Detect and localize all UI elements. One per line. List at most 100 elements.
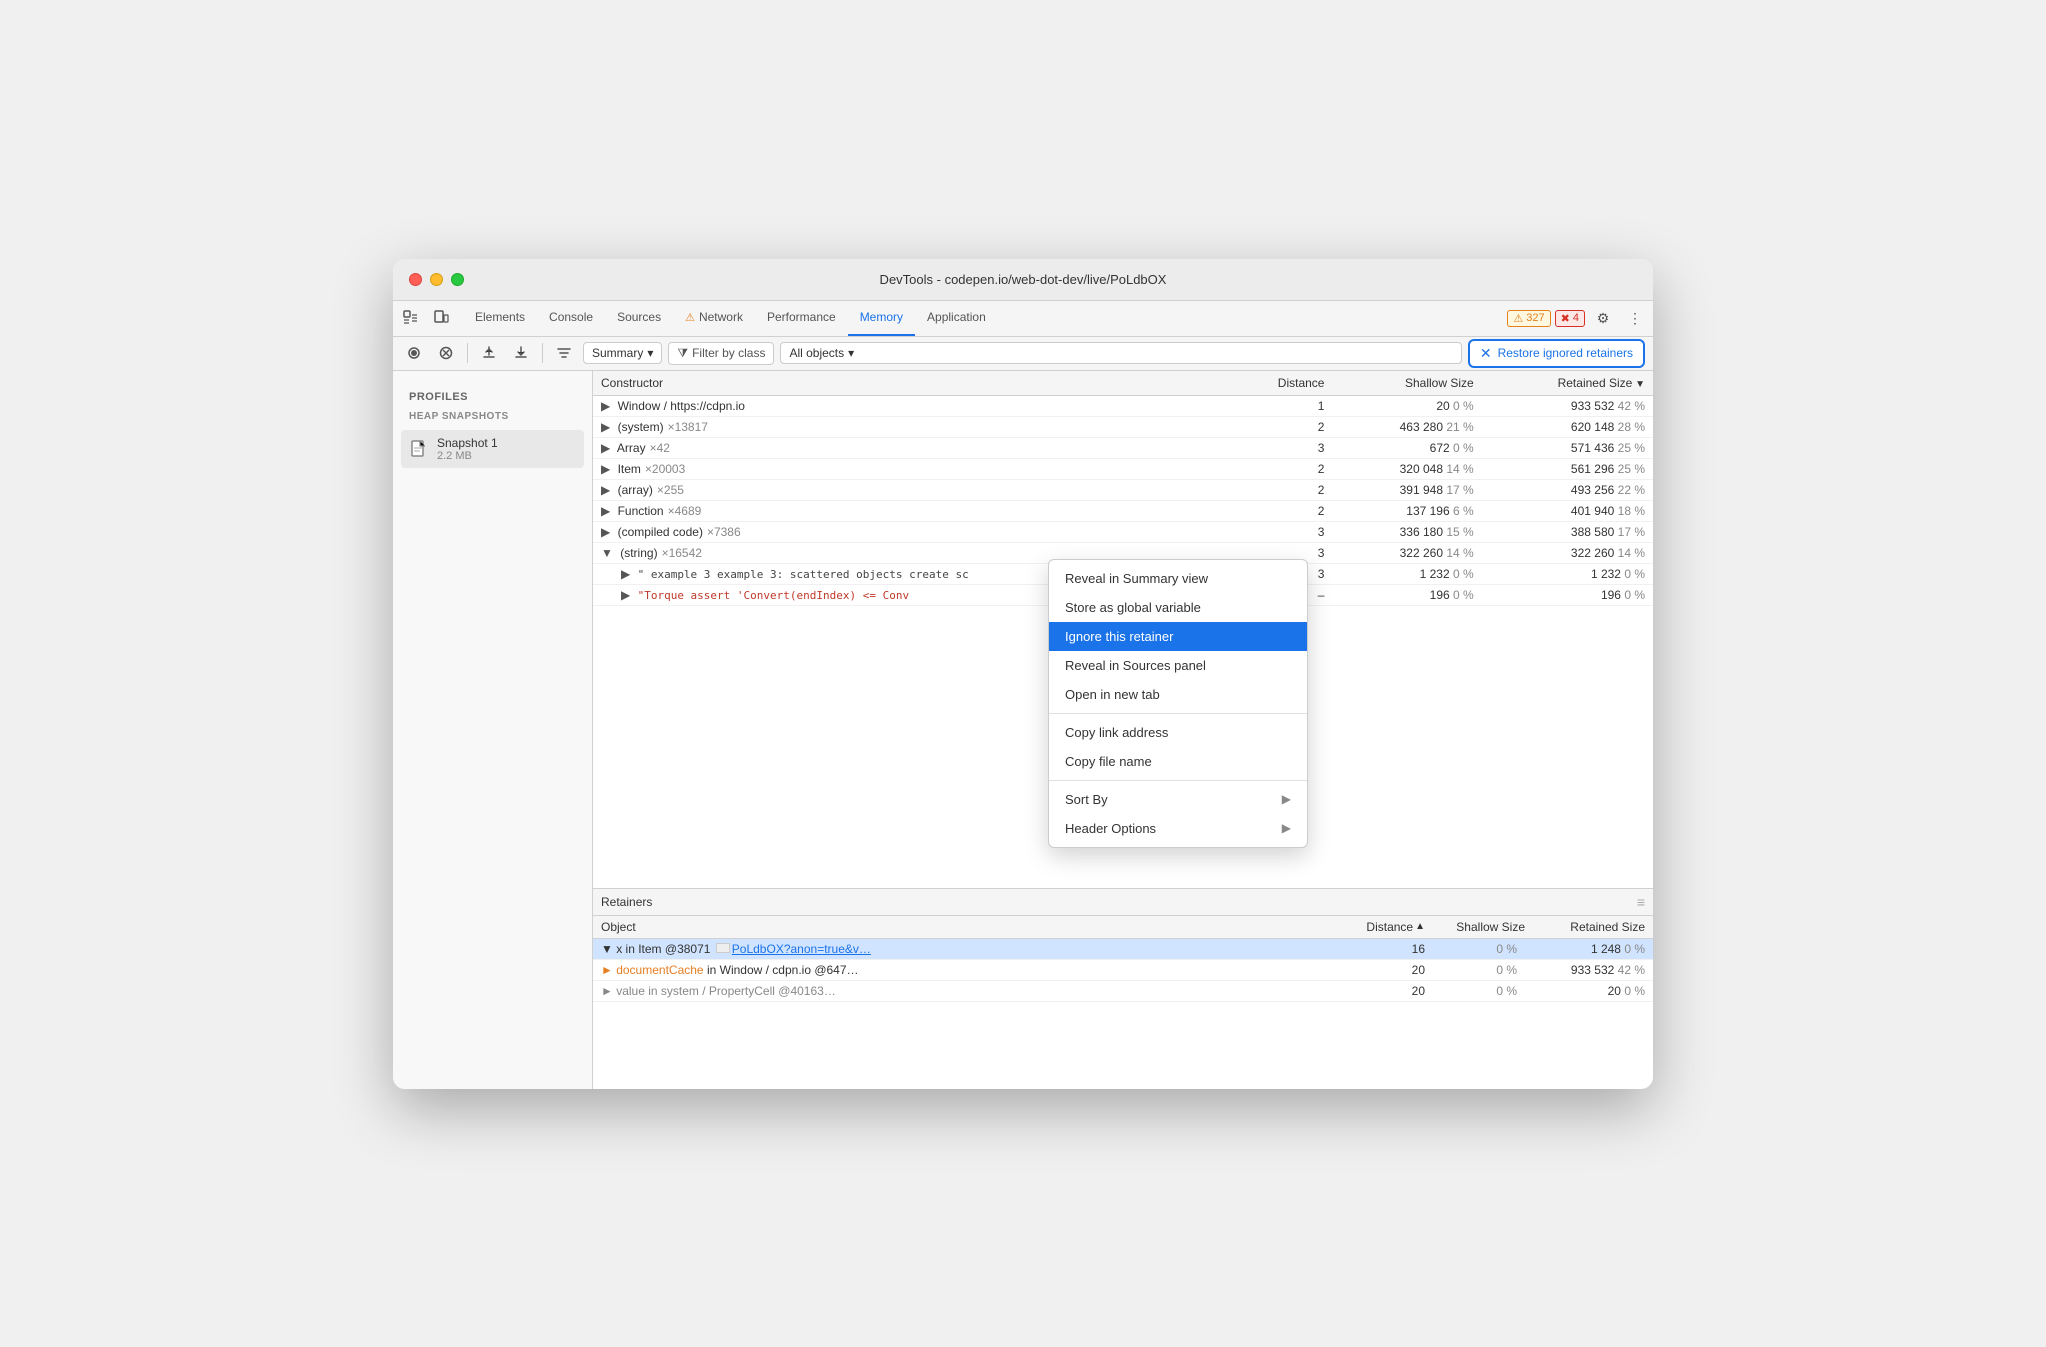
warning-badge[interactable]: ⚠ 327 [1507, 310, 1550, 327]
snapshot-info: Snapshot 1 2.2 MB [437, 436, 498, 462]
retainers-scroll-indicator: ≡ [1637, 894, 1645, 910]
distance-cell: 3 [1229, 437, 1333, 458]
tab-sources[interactable]: Sources [605, 301, 673, 336]
table-row[interactable]: ▶ Window / https://cdpn.io 1 20 0 % 933 … [593, 395, 1653, 416]
retained-cell: 322 260 14 % [1482, 542, 1653, 563]
filter-funnel-icon: ⧩ [677, 346, 688, 361]
retainer-object-col: ► documentCache in Window / cdpn.io @647… [601, 963, 1345, 977]
th-constructor[interactable]: Constructor [593, 371, 1229, 396]
count-badge: ×255 [657, 483, 684, 497]
ret-th-shallow[interactable]: Shallow Size [1425, 920, 1525, 934]
heap-snapshots-label: HEAP SNAPSHOTS [401, 407, 584, 426]
constructor-cell: ▶ Function×4689 [593, 500, 1229, 521]
retainer-shallow-col: 0 % [1425, 942, 1525, 956]
clear-icon[interactable] [433, 340, 459, 366]
expand-arrow[interactable]: ▶ [601, 441, 610, 455]
settings-icon[interactable]: ⚙ [1589, 304, 1617, 332]
expand-arrow[interactable]: ▶ [601, 525, 610, 539]
th-shallow[interactable]: Shallow Size [1332, 371, 1481, 396]
filter-icon[interactable] [551, 340, 577, 366]
context-menu-item-store-global[interactable]: Store as global variable [1049, 593, 1307, 622]
record-icon[interactable] [401, 340, 427, 366]
upload-icon[interactable] [476, 340, 502, 366]
table-row[interactable]: ▶ Item×20003 2 320 048 14 % 561 296 25 % [593, 458, 1653, 479]
shallow-cell: 463 280 21 % [1332, 416, 1481, 437]
context-menu-separator [1049, 713, 1307, 714]
page-icon [716, 943, 730, 953]
shallow-cell: 672 0 % [1332, 437, 1481, 458]
summary-dropdown[interactable]: Summary ▾ [583, 342, 662, 364]
table-row[interactable]: ▶ Array×42 3 672 0 % 571 436 25 % [593, 437, 1653, 458]
expand-arrow[interactable]: ▶ [621, 588, 630, 602]
maximize-button[interactable] [451, 273, 464, 286]
retainer-retained-col: 1 248 0 % [1525, 942, 1645, 956]
context-menu-label: Copy link address [1065, 725, 1168, 740]
context-menu-separator [1049, 780, 1307, 781]
tab-performance[interactable]: Performance [755, 301, 848, 336]
distance-cell: 2 [1229, 458, 1333, 479]
download-icon[interactable] [508, 340, 534, 366]
table-row[interactable]: ▶ (compiled code)×7386 3 336 180 15 % 38… [593, 521, 1653, 542]
distance-cell: 2 [1229, 416, 1333, 437]
expand-arrow[interactable]: ▶ [601, 399, 610, 413]
retainers-header: Retainers ≡ [593, 889, 1653, 916]
filter-class-button[interactable]: ⧩ Filter by class [668, 342, 774, 365]
close-button[interactable] [409, 273, 422, 286]
table-row[interactable]: ▶ (system)×13817 2 463 280 21 % 620 148 … [593, 416, 1653, 437]
table-row[interactable]: ▶ Function×4689 2 137 196 6 % 401 940 18… [593, 500, 1653, 521]
context-menu-item-open-new-tab[interactable]: Open in new tab [1049, 680, 1307, 709]
expand-arrow[interactable]: ▶ [601, 462, 610, 476]
retainer-distance-col: 20 [1345, 963, 1425, 977]
table-row[interactable]: ▶ (array)×255 2 391 948 17 % 493 256 22 … [593, 479, 1653, 500]
context-menu-item-header-options[interactable]: Header Options▶ [1049, 814, 1307, 843]
expand-arrow[interactable]: ▶ [621, 567, 630, 581]
count-badge: ×4689 [668, 504, 702, 518]
retainer-row[interactable]: ► documentCache in Window / cdpn.io @647… [593, 960, 1653, 981]
all-objects-dropdown[interactable]: All objects ▾ [780, 342, 1461, 364]
retainer-row[interactable]: ► value in system / PropertyCell @40163…… [593, 981, 1653, 1002]
retainers-body[interactable]: ▼ x in Item @38071 PoLdbOX?anon=true&v… … [593, 939, 1653, 1089]
restore-button[interactable]: ✕ Restore ignored retainers [1468, 339, 1645, 368]
retainer-distance-col: 20 [1345, 984, 1425, 998]
ret-th-distance[interactable]: Distance ▲ [1345, 920, 1425, 934]
expand-arrow[interactable]: ▶ [601, 483, 610, 497]
device-toggle-icon[interactable] [427, 304, 455, 332]
context-menu-item-ignore-retainer[interactable]: Ignore this retainer [1049, 622, 1307, 651]
retainer-row[interactable]: ▼ x in Item @38071 PoLdbOX?anon=true&v… … [593, 939, 1653, 960]
tab-application[interactable]: Application [915, 301, 998, 336]
expand-arrow[interactable]: ▼ [601, 546, 613, 560]
snapshot-item[interactable]: Snapshot 1 2.2 MB [401, 430, 584, 468]
retained-cell: 620 148 28 % [1482, 416, 1653, 437]
ret-th-retained[interactable]: Retained Size [1525, 920, 1645, 934]
window-title: DevTools - codepen.io/web-dot-dev/live/P… [880, 272, 1167, 287]
context-menu-item-copy-link[interactable]: Copy link address [1049, 718, 1307, 747]
tab-elements[interactable]: Elements [463, 301, 537, 336]
constructor-cell: ▶ Array×42 [593, 437, 1229, 458]
error-badge[interactable]: ✖ 4 [1555, 310, 1585, 327]
retainer-prefix-orange[interactable]: ► documentCache [601, 963, 704, 977]
tab-memory[interactable]: Memory [848, 301, 915, 336]
expand-arrow[interactable]: ▶ [601, 504, 610, 518]
retainer-link[interactable]: PoLdbOX?anon=true&v… [732, 942, 871, 956]
minimize-button[interactable] [430, 273, 443, 286]
submenu-arrow-icon: ▶ [1282, 821, 1291, 835]
tab-console[interactable]: Console [537, 301, 605, 336]
warning-icon: ⚠ [1513, 312, 1523, 325]
context-menu-item-copy-filename[interactable]: Copy file name [1049, 747, 1307, 776]
tab-network[interactable]: ⚠ Network [673, 301, 755, 336]
distance-cell: 1 [1229, 395, 1333, 416]
expand-arrow[interactable]: ▶ [601, 420, 610, 434]
context-menu-item-reveal-summary[interactable]: Reveal in Summary view [1049, 564, 1307, 593]
context-menu-item-sort-by[interactable]: Sort By▶ [1049, 785, 1307, 814]
ret-th-object[interactable]: Object [601, 920, 1345, 934]
inspect-icon[interactable] [397, 304, 425, 332]
shallow-cell: 391 948 17 % [1332, 479, 1481, 500]
main-content: Profiles HEAP SNAPSHOTS Snapshot 1 2.2 M… [393, 371, 1653, 1089]
th-distance[interactable]: Distance [1229, 371, 1333, 396]
shallow-cell: 137 196 6 % [1332, 500, 1481, 521]
th-retained[interactable]: Retained Size [1482, 371, 1653, 396]
retainer-retained-col: 933 532 42 % [1525, 963, 1645, 977]
context-menu-item-reveal-sources[interactable]: Reveal in Sources panel [1049, 651, 1307, 680]
toolbar-divider-1 [467, 343, 468, 363]
more-options-icon[interactable]: ⋮ [1621, 304, 1649, 332]
